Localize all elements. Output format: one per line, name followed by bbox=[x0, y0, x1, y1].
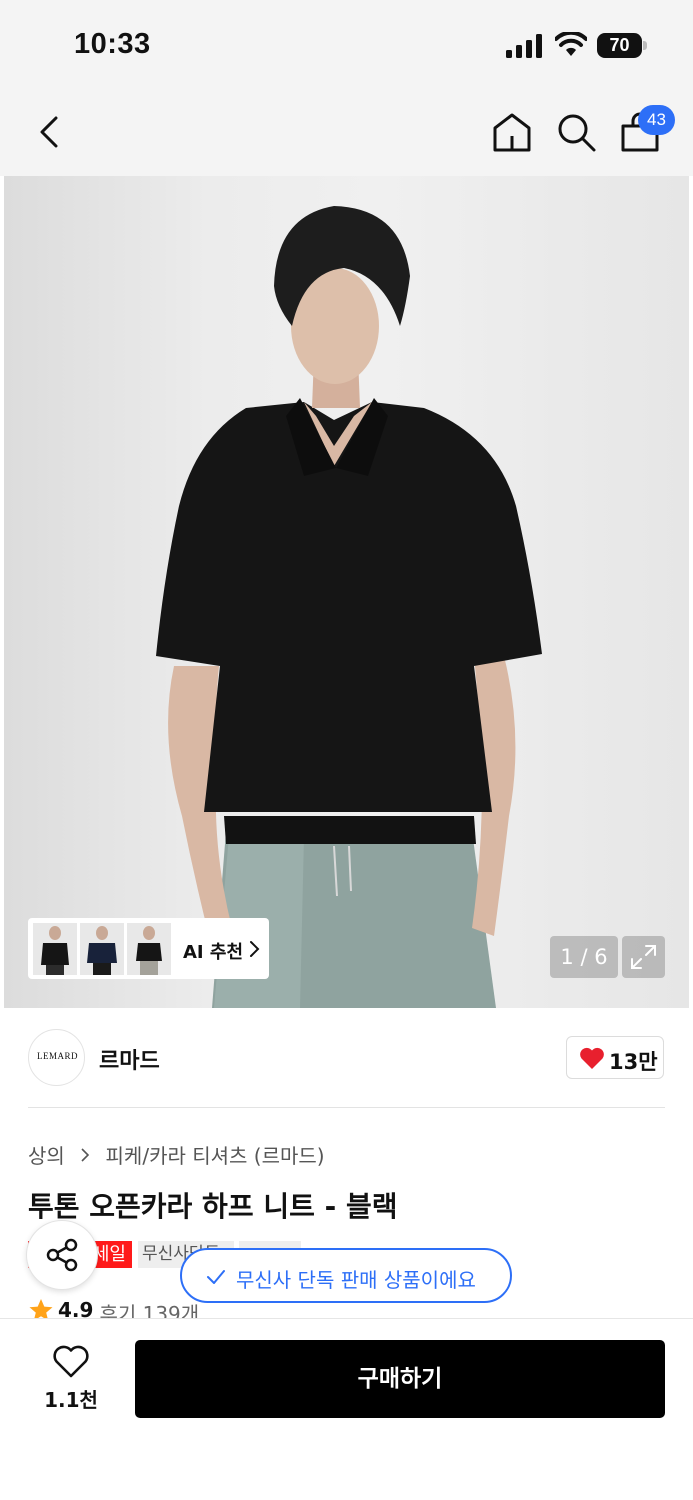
brand-logo-text: LEMARD bbox=[37, 1051, 78, 1061]
image-page-indicator: 1 / 6 bbox=[550, 936, 618, 978]
share-button[interactable] bbox=[26, 1220, 98, 1290]
product-title: 투톤 오픈카라 하프 니트 - 블랙 bbox=[28, 1190, 398, 1223]
battery-percent: 70 bbox=[609, 35, 630, 55]
wish-count: 1.1천 bbox=[44, 1388, 98, 1412]
toast-text: 무신사 단독 판매 상품이에요 bbox=[236, 1268, 476, 1292]
wifi-icon bbox=[555, 32, 587, 56]
breadcrumb: 상의 피케/카라 티셔츠 (르마드) bbox=[28, 1140, 325, 1169]
brand-like-count: 13만 bbox=[609, 1050, 658, 1074]
divider bbox=[28, 1107, 665, 1108]
nav-header bbox=[0, 88, 693, 176]
brand-name[interactable]: 르마드 bbox=[99, 1043, 160, 1075]
home-icon[interactable] bbox=[490, 110, 534, 154]
rating-row[interactable]: 4.9 후기 139개 bbox=[28, 1298, 199, 1320]
breadcrumb-subcategory[interactable]: 피케/카라 티셔츠 (르마드) bbox=[106, 1144, 325, 1168]
expand-image-button[interactable] bbox=[622, 936, 665, 978]
ai-thumbnail-2[interactable] bbox=[80, 923, 124, 975]
brand-logo[interactable]: LEMARD bbox=[28, 1029, 85, 1086]
heart-filled-icon bbox=[580, 1047, 604, 1069]
battery-icon: 70 bbox=[597, 33, 647, 58]
share-icon bbox=[46, 1238, 78, 1272]
star-icon bbox=[29, 1299, 53, 1320]
rating-value: 4.9 bbox=[58, 1298, 94, 1320]
chevron-right-icon bbox=[81, 1147, 90, 1162]
status-time: 10:33 bbox=[74, 28, 151, 60]
back-icon[interactable] bbox=[30, 110, 70, 154]
ai-thumbnail-3[interactable] bbox=[127, 923, 171, 975]
check-icon bbox=[207, 1270, 225, 1284]
ai-thumbnail-1[interactable] bbox=[33, 923, 77, 975]
ai-recommend-card[interactable]: AI 추천 bbox=[28, 918, 269, 979]
breadcrumb-category[interactable]: 상의 bbox=[28, 1144, 65, 1168]
chevron-right-icon bbox=[250, 941, 260, 957]
heart-outline-icon[interactable] bbox=[52, 1345, 90, 1379]
product-photo bbox=[156, 206, 542, 1008]
buy-button[interactable]: 구매하기 bbox=[135, 1340, 665, 1418]
search-icon[interactable] bbox=[554, 110, 598, 154]
signal-icon bbox=[506, 34, 542, 58]
status-bar: 10:33 70 bbox=[0, 0, 693, 88]
cart-count-badge: 43 bbox=[638, 105, 675, 135]
expand-icon bbox=[631, 945, 656, 969]
ai-recommend-label: AI 추천 bbox=[183, 942, 244, 963]
product-image[interactable] bbox=[4, 176, 689, 1008]
brand-like-button[interactable]: 13만 bbox=[566, 1036, 664, 1079]
exclusive-toast: 무신사 단독 판매 상품이에요 bbox=[180, 1248, 512, 1303]
